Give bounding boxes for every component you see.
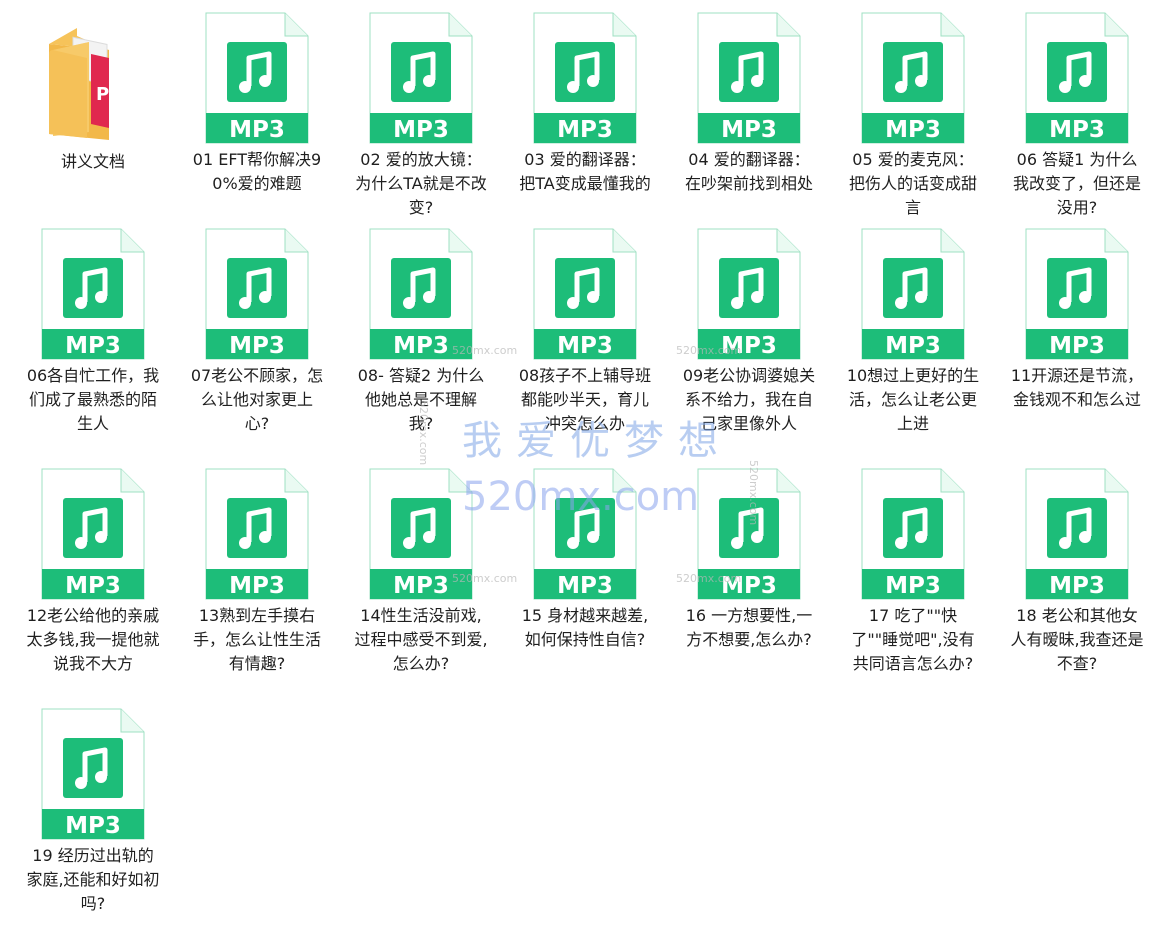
file-name: 12老公给他的亲戚太多钱,我一提他就说我不大方 (26, 606, 160, 673)
file-name: 01 EFT帮你解决90%爱的难题 (192, 150, 322, 193)
mp3-file-item[interactable]: MP3 05 爱的麦克风：把伤人的话变成甜言 (831, 12, 995, 220)
mp3-type-label: MP3 (721, 333, 777, 359)
mp3-file-item[interactable]: MP3 14性生活没前戏,过程中感受不到爱,怎么办? (339, 468, 503, 676)
mp3-file-icon: MP3 (859, 468, 967, 600)
file-name: 11开源还是节流，金钱观不和怎么过 (1010, 366, 1144, 409)
mp3-file-item[interactable]: MP3 06各自忙工作，我们成了最熟悉的陌生人 (11, 228, 175, 436)
mp3-file-item[interactable]: MP3 01 EFT帮你解决90%爱的难题 (175, 12, 339, 196)
svg-text:P: P (96, 84, 109, 105)
mp3-type-label: MP3 (557, 117, 613, 143)
file-name: 06各自忙工作，我们成了最熟悉的陌生人 (26, 366, 160, 433)
file-name: 17 吃了""快了""睡觉吧",没有共同语言怎么办? (851, 606, 975, 673)
mp3-file-item[interactable]: MP3 06 答疑1 为什么我改变了，但还是没用? (995, 12, 1159, 220)
mp3-file-item[interactable]: MP3 15 身材越来越差,如何保持性自信? (503, 468, 667, 652)
mp3-file-icon: MP3 (531, 12, 639, 144)
mp3-file-icon: MP3 (531, 468, 639, 600)
mp3-file-item[interactable]: MP3 09老公协调婆媳关系不给力，我在自己家里像外人 (667, 228, 831, 436)
mp3-type-label: MP3 (557, 573, 613, 599)
mp3-type-label: MP3 (885, 333, 941, 359)
file-name: 07老公不顾家，怎么让他对家更上心? (190, 366, 324, 433)
mp3-file-item[interactable]: MP3 07老公不顾家，怎么让他对家更上心? (175, 228, 339, 436)
mp3-file-icon: MP3 (367, 228, 475, 360)
mp3-file-icon: MP3 (859, 228, 967, 360)
file-name: 08- 答疑2 为什么他她总是不理解我? (357, 366, 485, 433)
mp3-file-icon: MP3 (203, 228, 311, 360)
mp3-type-label: MP3 (229, 117, 285, 143)
mp3-type-label: MP3 (65, 813, 121, 839)
mp3-type-label: MP3 (557, 333, 613, 359)
mp3-type-label: MP3 (1049, 117, 1105, 143)
mp3-file-icon: MP3 (859, 12, 967, 144)
mp3-type-label: MP3 (65, 573, 121, 599)
mp3-type-label: MP3 (885, 573, 941, 599)
mp3-file-icon: MP3 (203, 468, 311, 600)
file-name: 05 爱的麦克风：把伤人的话变成甜言 (848, 150, 977, 217)
mp3-file-icon: MP3 (367, 468, 475, 600)
mp3-type-label: MP3 (229, 573, 285, 599)
mp3-file-item[interactable]: MP3 10想过上更好的生活，怎么让老公更上进 (831, 228, 995, 436)
mp3-file-item[interactable]: MP3 12老公给他的亲戚太多钱,我一提他就说我不大方 (11, 468, 175, 676)
mp3-file-icon: MP3 (695, 468, 803, 600)
file-name: 15 身材越来越差,如何保持性自信? (521, 606, 649, 649)
file-name: 08孩子不上辅导班都能吵半天，育儿冲突怎么办 (518, 366, 652, 433)
file-name: 09老公协调婆媳关系不给力，我在自己家里像外人 (682, 366, 816, 433)
file-name: 18 老公和其他女人有暧昧,我查还是不查? (1010, 606, 1144, 673)
mp3-type-label: MP3 (721, 573, 777, 599)
mp3-file-item[interactable]: MP3 03 爱的翻译器：把TA变成最懂我的 (503, 12, 667, 196)
file-name: 16 一方想要性,一方不想要,怎么办? (685, 606, 813, 649)
mp3-file-item[interactable]: MP3 13熟到左手摸右手，怎么让性生活有情趣? (175, 468, 339, 676)
file-name: 02 爱的放大镜：为什么TA就是不改变? (355, 150, 487, 217)
mp3-type-label: MP3 (229, 333, 285, 359)
mp3-type-label: MP3 (393, 333, 449, 359)
mp3-file-item[interactable]: MP3 19 经历过出轨的家庭,还能和好如初吗? (11, 708, 175, 916)
mp3-type-label: MP3 (65, 333, 121, 359)
mp3-file-icon: MP3 (1023, 12, 1131, 144)
mp3-file-item[interactable]: MP3 11开源还是节流，金钱观不和怎么过 (995, 228, 1159, 412)
mp3-type-label: MP3 (721, 117, 777, 143)
mp3-file-icon: MP3 (695, 228, 803, 360)
mp3-file-icon: MP3 (695, 12, 803, 144)
file-name: 14性生活没前戏,过程中感受不到爱,怎么办? (354, 606, 488, 673)
mp3-file-item[interactable]: MP3 08- 答疑2 为什么他她总是不理解我? (339, 228, 503, 436)
file-name: 04 爱的翻译器：在吵架前找到相处 (684, 150, 813, 193)
mp3-type-label: MP3 (1049, 333, 1105, 359)
mp3-file-icon: MP3 (367, 12, 475, 144)
mp3-type-label: MP3 (885, 117, 941, 143)
mp3-file-icon: MP3 (1023, 468, 1131, 600)
mp3-type-label: MP3 (393, 117, 449, 143)
mp3-file-icon: MP3 (531, 228, 639, 360)
mp3-file-icon: MP3 (39, 468, 147, 600)
mp3-type-label: MP3 (393, 573, 449, 599)
mp3-file-icon: MP3 (39, 708, 147, 840)
mp3-type-label: MP3 (1049, 573, 1105, 599)
mp3-file-item[interactable]: MP3 17 吃了""快了""睡觉吧",没有共同语言怎么办? (831, 468, 995, 676)
mp3-file-icon: MP3 (1023, 228, 1131, 360)
folder-item[interactable]: P 讲义文档 (11, 14, 175, 174)
mp3-file-item[interactable]: MP3 18 老公和其他女人有暧昧,我查还是不查? (995, 468, 1159, 676)
folder-name: 讲义文档 (60, 152, 125, 171)
file-name: 13熟到左手摸右手，怎么让性生活有情趣? (192, 606, 321, 673)
mp3-file-icon: MP3 (203, 12, 311, 144)
mp3-file-item[interactable]: MP3 02 爱的放大镜：为什么TA就是不改变? (339, 12, 503, 220)
mp3-file-item[interactable]: MP3 16 一方想要性,一方不想要,怎么办? (667, 468, 831, 652)
mp3-file-item[interactable]: MP3 08孩子不上辅导班都能吵半天，育儿冲突怎么办 (503, 228, 667, 436)
file-name: 10想过上更好的生活，怎么让老公更上进 (846, 366, 980, 433)
file-grid: P 讲义文档 MP3 01 EFT帮你解决90%爱的难题 MP3 02 爱的放大镜：为… (0, 0, 1169, 925)
file-name: 06 答疑1 为什么我改变了，但还是没用? (1012, 150, 1141, 217)
mp3-file-item[interactable]: MP3 04 爱的翻译器：在吵架前找到相处 (667, 12, 831, 196)
mp3-file-icon: MP3 (39, 228, 147, 360)
folder-with-pdf-icon: P (39, 14, 147, 146)
file-name: 03 爱的翻译器：把TA变成最懂我的 (519, 150, 651, 193)
file-name: 19 经历过出轨的家庭,还能和好如初吗? (26, 846, 160, 913)
